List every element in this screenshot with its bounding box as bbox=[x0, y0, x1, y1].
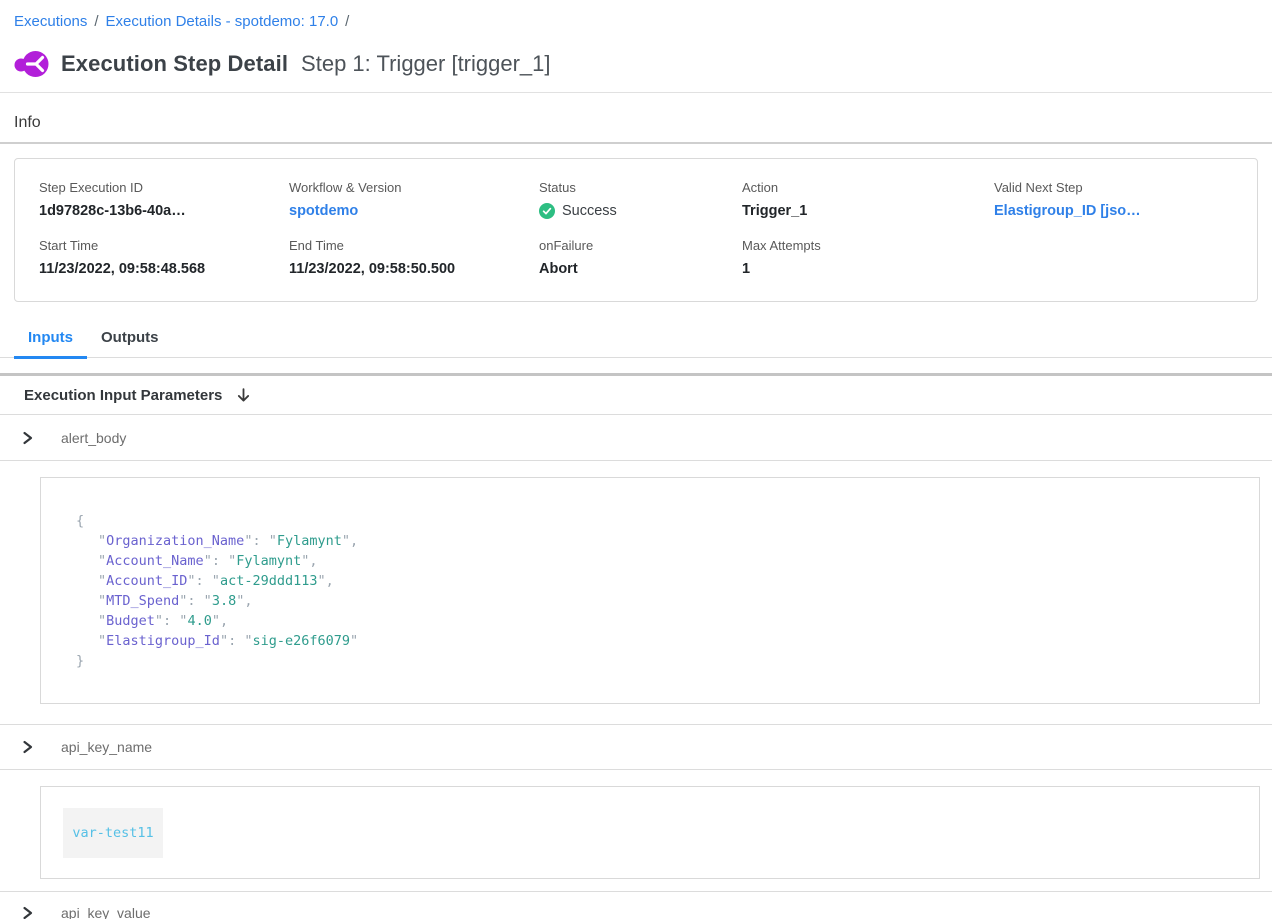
breadcrumb-separator: / bbox=[345, 13, 349, 30]
params-title: Execution Input Parameters bbox=[24, 387, 222, 404]
field-valid-next-step: Valid Next Step Elastigroup_ID [jso… bbox=[994, 180, 1233, 219]
field-value: 11/23/2022, 09:58:48.568 bbox=[39, 261, 289, 277]
field-max-attempts: Max Attempts 1 bbox=[742, 238, 994, 277]
code-line: "Elastigroup_Id": "sig-e26f6079" bbox=[76, 631, 1239, 651]
param-label: alert_body bbox=[61, 430, 126, 446]
chevron-right-icon bbox=[21, 740, 34, 754]
fylamynt-brand-icon bbox=[14, 49, 50, 79]
field-value: 1d97828c-13b6-40a… bbox=[39, 203, 289, 219]
breadcrumb-separator: / bbox=[94, 13, 98, 30]
status-text: Success bbox=[562, 203, 617, 219]
page-header: Execution Step Detail Step 1: Trigger [t… bbox=[0, 30, 1272, 79]
field-label: Step Execution ID bbox=[39, 180, 289, 195]
field-status: Status Success bbox=[539, 180, 742, 219]
param-row-api-key-value[interactable]: api_key_value bbox=[0, 891, 1272, 919]
next-step-link[interactable]: Elastigroup_ID [jso… bbox=[994, 203, 1233, 219]
workflow-link[interactable]: spotdemo bbox=[289, 203, 539, 219]
api-key-name-value: var-test11 bbox=[63, 808, 163, 858]
breadcrumb-link-executions[interactable]: Executions bbox=[14, 13, 87, 30]
api-key-name-viewer: var-test11 bbox=[40, 786, 1260, 879]
tab-inputs[interactable]: Inputs bbox=[14, 322, 87, 359]
code-line: "Account_Name": "Fylamynt", bbox=[76, 551, 1239, 571]
field-label: Status bbox=[539, 180, 742, 195]
field-value: 1 bbox=[742, 261, 994, 277]
code-line: "Budget": "4.0", bbox=[76, 611, 1239, 631]
field-workflow-version: Workflow & Version spotdemo bbox=[289, 180, 539, 219]
field-label: End Time bbox=[289, 238, 539, 253]
field-value: 11/23/2022, 09:58:50.500 bbox=[289, 261, 539, 277]
param-row-alert-body[interactable]: alert_body bbox=[0, 415, 1272, 461]
divider bbox=[0, 142, 1272, 144]
field-label: onFailure bbox=[539, 238, 742, 253]
field-start-time: Start Time 11/23/2022, 09:58:48.568 bbox=[39, 238, 289, 277]
field-label: Start Time bbox=[39, 238, 289, 253]
code-line: "Account_ID": "act-29ddd113", bbox=[76, 571, 1239, 591]
field-label: Max Attempts bbox=[742, 238, 994, 253]
arrow-down-icon[interactable] bbox=[235, 387, 252, 404]
param-row-api-key-name[interactable]: api_key_name bbox=[0, 724, 1272, 770]
alert-body-json-viewer: { "Organization_Name": "Fylamynt", "Acco… bbox=[40, 477, 1260, 704]
page-title: Execution Step Detail bbox=[61, 51, 288, 77]
breadcrumb: Executions / Execution Details - spotdem… bbox=[0, 0, 1272, 30]
tab-outputs[interactable]: Outputs bbox=[87, 322, 173, 359]
status-badge: Success bbox=[539, 203, 742, 219]
field-end-time: End Time 11/23/2022, 09:58:50.500 bbox=[289, 238, 539, 277]
field-label: Valid Next Step bbox=[994, 180, 1233, 195]
params-header: Execution Input Parameters bbox=[0, 376, 1272, 415]
field-empty bbox=[994, 238, 1233, 277]
code-line: } bbox=[76, 651, 1239, 671]
chevron-right-icon bbox=[21, 431, 34, 445]
param-label: api_key_name bbox=[61, 739, 152, 755]
chevron-right-icon bbox=[21, 906, 34, 919]
field-on-failure: onFailure Abort bbox=[539, 238, 742, 277]
field-step-execution-id: Step Execution ID 1d97828c-13b6-40a… bbox=[39, 180, 289, 219]
page-subtitle: Step 1: Trigger [trigger_1] bbox=[301, 51, 550, 77]
breadcrumb-link-execution-details[interactable]: Execution Details - spotdemo: 17.0 bbox=[106, 13, 339, 30]
code-line: { bbox=[76, 511, 1239, 531]
info-section-heading: Info bbox=[0, 93, 1272, 132]
field-action: Action Trigger_1 bbox=[742, 180, 994, 219]
check-circle-icon bbox=[539, 203, 555, 219]
code-line: "MTD_Spend": "3.8", bbox=[76, 591, 1239, 611]
field-value: Abort bbox=[539, 261, 742, 277]
field-label: Action bbox=[742, 180, 994, 195]
field-value: Trigger_1 bbox=[742, 203, 994, 219]
field-label: Workflow & Version bbox=[289, 180, 539, 195]
code-line: "Organization_Name": "Fylamynt", bbox=[76, 531, 1239, 551]
info-card: Step Execution ID 1d97828c-13b6-40a… Wor… bbox=[14, 158, 1258, 302]
param-label: api_key_value bbox=[61, 905, 151, 919]
tab-bar: Inputs Outputs bbox=[0, 322, 1272, 358]
